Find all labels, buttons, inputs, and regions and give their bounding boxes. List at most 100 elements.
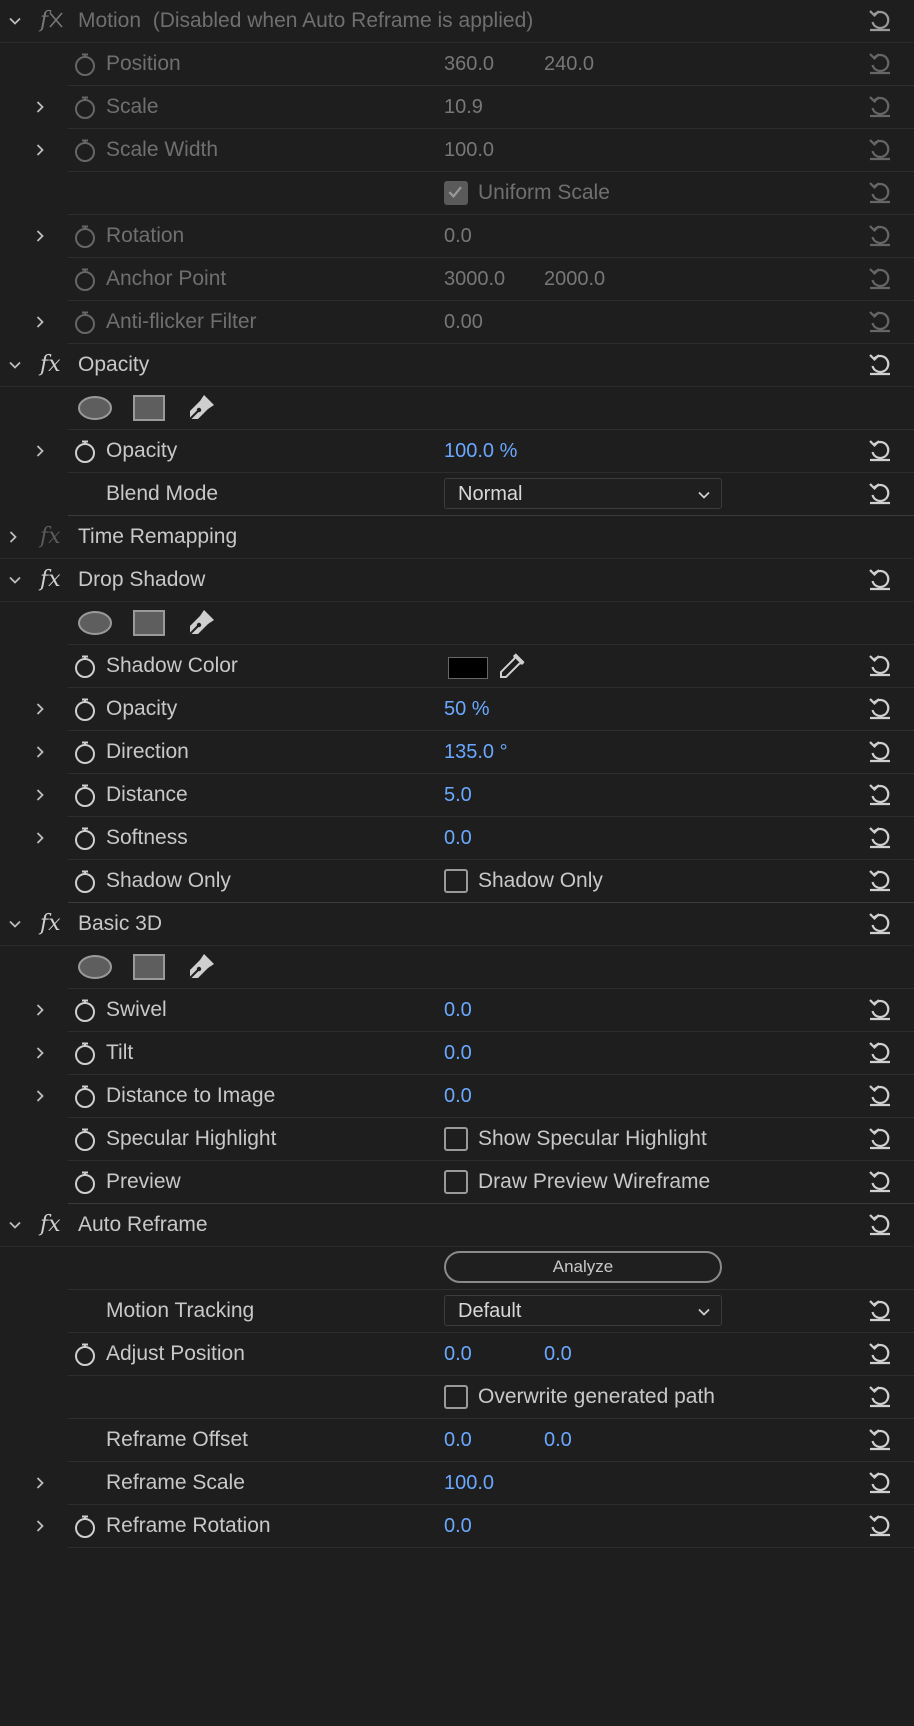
offset-x-value[interactable]: 0.0 (444, 1419, 472, 1461)
stopwatch-icon[interactable] (72, 868, 98, 894)
reset-icon[interactable] (866, 264, 894, 292)
rectangle-mask-icon[interactable] (132, 952, 166, 982)
chevron-right-icon[interactable] (29, 139, 51, 161)
reset-icon[interactable] (866, 1425, 894, 1453)
reset-icon[interactable] (866, 49, 894, 77)
reset-icon[interactable] (866, 350, 894, 378)
reset-icon[interactable] (866, 307, 894, 335)
fx-icon[interactable] (38, 1209, 68, 1239)
stopwatch-icon[interactable] (72, 1040, 98, 1066)
stopwatch-icon[interactable] (72, 438, 98, 464)
effect-header-auto-reframe[interactable]: Auto Reframe (0, 1204, 914, 1247)
anti-flicker-value[interactable]: 0.00 (444, 301, 483, 343)
chevron-right-icon[interactable] (29, 827, 51, 849)
chevron-down-icon[interactable] (4, 10, 26, 32)
stopwatch-icon[interactable] (72, 1126, 98, 1152)
stopwatch-icon[interactable] (72, 137, 98, 163)
rotation-value[interactable]: 0.0 (444, 215, 472, 257)
fx-disabled-icon[interactable] (38, 5, 68, 35)
stopwatch-icon[interactable] (72, 223, 98, 249)
stopwatch-icon[interactable] (72, 266, 98, 292)
scale-value[interactable]: 10.9 (444, 86, 483, 128)
stopwatch-icon[interactable] (72, 94, 98, 120)
reset-icon[interactable] (866, 1210, 894, 1238)
direction-value[interactable]: 135.0 ° (444, 731, 508, 773)
ellipse-mask-icon[interactable] (76, 393, 114, 423)
anchor-y-value[interactable]: 2000.0 (544, 258, 605, 300)
reframe-scale-value[interactable]: 100.0 (444, 1462, 494, 1504)
chevron-right-icon[interactable] (29, 999, 51, 1021)
scale-width-value[interactable]: 100.0 (444, 129, 494, 171)
rectangle-mask-icon[interactable] (132, 608, 166, 638)
chevron-down-icon[interactable] (4, 1214, 26, 1236)
preview-wireframe-checkbox[interactable] (444, 1170, 468, 1194)
reset-icon[interactable] (866, 737, 894, 765)
reset-icon[interactable] (866, 6, 894, 34)
position-y-value[interactable]: 240.0 (544, 43, 594, 85)
distance-to-image-value[interactable]: 0.0 (444, 1075, 472, 1117)
stopwatch-icon[interactable] (72, 696, 98, 722)
chevron-right-icon[interactable] (29, 1042, 51, 1064)
stopwatch-icon[interactable] (72, 1169, 98, 1195)
chevron-right-icon[interactable] (29, 1472, 51, 1494)
specular-highlight-checkbox[interactable] (444, 1127, 468, 1151)
chevron-right-icon[interactable] (29, 311, 51, 333)
fx-icon[interactable] (38, 349, 68, 379)
stopwatch-icon[interactable] (72, 51, 98, 77)
swivel-value[interactable]: 0.0 (444, 989, 472, 1031)
reset-icon[interactable] (866, 221, 894, 249)
chevron-right-icon[interactable] (29, 225, 51, 247)
rectangle-mask-icon[interactable] (132, 393, 166, 423)
chevron-right-icon[interactable] (29, 698, 51, 720)
reset-icon[interactable] (866, 1167, 894, 1195)
stopwatch-icon[interactable] (72, 825, 98, 851)
reset-icon[interactable] (866, 866, 894, 894)
reset-icon[interactable] (866, 1296, 894, 1324)
reset-icon[interactable] (866, 1038, 894, 1066)
fx-icon[interactable] (38, 564, 68, 594)
stopwatch-icon[interactable] (72, 1083, 98, 1109)
tilt-value[interactable]: 0.0 (444, 1032, 472, 1074)
adjust-x-value[interactable]: 0.0 (444, 1333, 472, 1375)
blend-mode-dropdown[interactable]: Normal (444, 478, 722, 509)
reset-icon[interactable] (866, 178, 894, 206)
reset-icon[interactable] (866, 1468, 894, 1496)
offset-y-value[interactable]: 0.0 (544, 1419, 572, 1461)
chevron-down-icon[interactable] (4, 913, 26, 935)
effect-header-basic-3d[interactable]: Basic 3D (0, 903, 914, 946)
reset-icon[interactable] (866, 135, 894, 163)
chevron-down-icon[interactable] (4, 354, 26, 376)
stopwatch-icon[interactable] (72, 997, 98, 1023)
opacity-value[interactable]: 100.0 % (444, 430, 517, 472)
fx-icon[interactable] (38, 908, 68, 938)
reset-icon[interactable] (866, 1382, 894, 1410)
reset-icon[interactable] (866, 909, 894, 937)
reset-icon[interactable] (866, 565, 894, 593)
overwrite-path-checkbox[interactable] (444, 1385, 468, 1409)
eyedropper-icon[interactable] (496, 652, 526, 682)
shadow-opacity-value[interactable]: 50 % (444, 688, 490, 730)
effect-header-drop-shadow[interactable]: Drop Shadow (0, 559, 914, 602)
shadow-only-checkbox[interactable] (444, 869, 468, 893)
effect-header-motion[interactable]: Motion (Disabled when Auto Reframe is ap… (0, 0, 914, 43)
fx-icon[interactable] (38, 521, 68, 551)
stopwatch-icon[interactable] (72, 739, 98, 765)
stopwatch-icon[interactable] (72, 309, 98, 335)
stopwatch-icon[interactable] (72, 1341, 98, 1367)
reframe-rotation-value[interactable]: 0.0 (444, 1505, 472, 1547)
reset-icon[interactable] (866, 995, 894, 1023)
reset-icon[interactable] (866, 1124, 894, 1152)
uniform-scale-checkbox[interactable] (444, 181, 468, 205)
anchor-x-value[interactable]: 3000.0 (444, 258, 505, 300)
reset-icon[interactable] (866, 1511, 894, 1539)
reset-icon[interactable] (866, 1081, 894, 1109)
effect-header-time-remapping[interactable]: Time Remapping (0, 516, 914, 559)
chevron-right-icon[interactable] (29, 1515, 51, 1537)
reset-icon[interactable] (866, 780, 894, 808)
reset-icon[interactable] (866, 651, 894, 679)
reset-icon[interactable] (866, 694, 894, 722)
chevron-right-icon[interactable] (2, 526, 24, 548)
ellipse-mask-icon[interactable] (76, 608, 114, 638)
color-swatch[interactable] (448, 657, 488, 679)
stopwatch-icon[interactable] (72, 1513, 98, 1539)
